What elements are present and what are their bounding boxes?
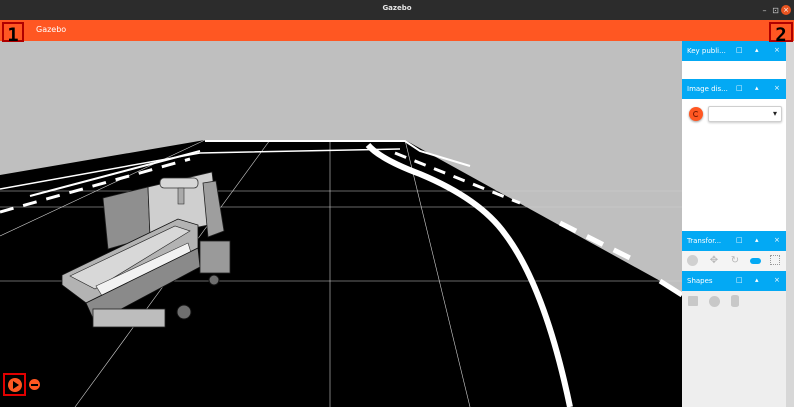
panel-float-button[interactable]: □ [736,276,743,284]
panel-collapse-button[interactable]: ▴ [755,84,759,92]
panel-shapes-header[interactable]: Shapes □ ▴ × [682,271,786,291]
select-icon[interactable] [687,255,699,267]
rotate-icon[interactable]: ↻ [729,255,741,267]
panel-image-display-header[interactable]: Image dis... □ ▴ × [682,79,786,99]
box-icon[interactable] [688,296,698,306]
panel-key-publisher-header[interactable]: Key publi... □ ▴ × [682,41,786,61]
panel-collapse-button[interactable]: ▴ [755,236,759,244]
app-bar: Gazebo [0,20,794,41]
annotation-badge-left: 1 [2,22,24,46]
snap-icon[interactable] [750,255,762,267]
close-window-button[interactable]: × [781,5,791,15]
window-title: Gazebo [382,4,412,12]
panel-key-publisher-body [682,61,786,79]
panel-transform-control-body: ✥ ↻ [682,251,786,271]
window-titlebar: Gazebo – ⊡ × [0,0,794,20]
panel-image-display-body: ▾ [682,99,786,231]
grid-icon[interactable] [770,255,782,267]
refresh-icon[interactable] [689,107,703,121]
translate-icon[interactable]: ✥ [708,255,720,267]
panel-title: Transfor... [687,237,722,245]
panel-float-button[interactable]: □ [736,84,743,92]
annotation-badge-right: 2 [769,22,793,46]
panel-close-button[interactable]: × [774,276,780,284]
panel-collapse-button[interactable]: ▴ [755,46,759,54]
app-title: Gazebo [36,25,67,34]
panel-title: Key publi... [687,47,726,55]
panel-title: Shapes [687,277,713,285]
panel-float-button[interactable]: □ [736,236,743,244]
panel-float-button[interactable]: □ [736,46,743,54]
plugin-sidebar: Key publi... □ ▴ × Image dis... □ ▴ × ▾ … [682,41,786,407]
step-icon[interactable] [29,379,40,390]
maximize-button[interactable]: ⊡ [771,6,780,15]
panel-collapse-button[interactable]: ▴ [755,276,759,284]
panel-close-button[interactable]: × [774,46,780,54]
panel-close-button[interactable]: × [774,84,780,92]
scene-3d-viewport[interactable] [0,41,682,407]
play-icon[interactable] [8,378,22,392]
sphere-icon[interactable] [709,296,720,307]
panel-title: Image dis... [687,85,728,93]
panel-shapes-body [682,291,786,407]
panel-close-button[interactable]: × [774,236,780,244]
panel-transform-control-header[interactable]: Transfor... □ ▴ × [682,231,786,251]
cylinder-icon[interactable] [731,295,739,307]
chevron-down-icon: ▾ [772,109,777,118]
minimize-button[interactable]: – [760,6,769,15]
sidebar-scrollbar[interactable] [786,41,794,407]
topic-select[interactable]: ▾ [708,106,782,122]
